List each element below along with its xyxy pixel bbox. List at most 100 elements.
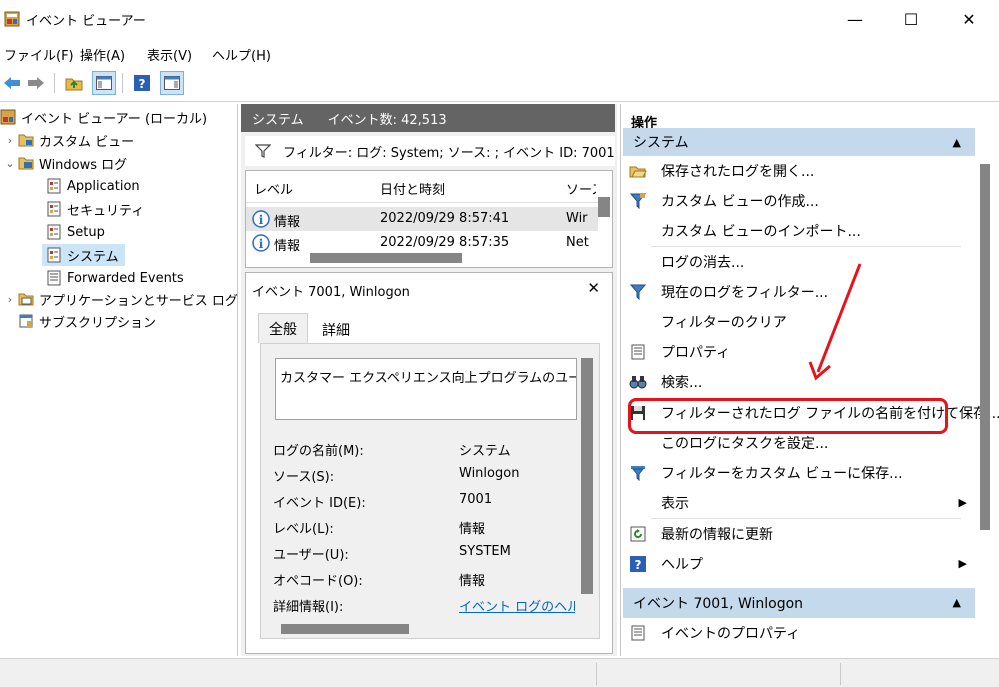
action-label: このログにタスクを設定...: [661, 436, 829, 452]
tab-details[interactable]: 詳細: [312, 317, 360, 343]
actions-section-event[interactable]: イベント 7001, Winlogon ▲: [623, 588, 975, 618]
filter-text: フィルター: ログ: System; ソース: ; イベント ID: 7001,…: [283, 145, 615, 161]
tree-item-custom-views[interactable]: › カスタム ビュー: [2, 129, 134, 151]
action-help[interactable]: ? ヘルプ ▶: [629, 549, 973, 579]
svg-text:?: ?: [139, 77, 146, 91]
menu-view[interactable]: 表示(V): [147, 45, 192, 64]
collapse-icon[interactable]: ▲: [953, 596, 961, 609]
action-label: カスタム ビューの作成...: [661, 194, 819, 210]
tree-item-app-services-logs[interactable]: › アプリケーションとサービス ログ: [2, 288, 238, 310]
menu-file[interactable]: ファイル(F): [4, 45, 74, 64]
filter-icon: [629, 192, 647, 210]
action-open-saved-log[interactable]: 保存されたログを開く...: [629, 156, 973, 186]
detail-hscroll-thumb[interactable]: [281, 624, 409, 634]
filter-icon: [629, 283, 647, 301]
tree-item-setup[interactable]: Setup: [46, 221, 105, 243]
tree-label: Forwarded Events: [67, 270, 184, 286]
action-label: ヘルプ: [661, 557, 703, 573]
tree-item-root[interactable]: イベント ビューアー (ローカル): [0, 106, 207, 128]
column-source[interactable]: ソース: [566, 179, 596, 198]
refresh-icon: [629, 525, 647, 543]
show-hide-tree-icon[interactable]: [92, 71, 116, 95]
action-label: 最新の情報に更新: [661, 527, 773, 543]
prop-source-value: Winlogon: [459, 466, 520, 481]
folder-up-icon[interactable]: [62, 71, 86, 95]
column-level[interactable]: レベル: [254, 179, 293, 198]
svg-text:?: ?: [635, 558, 642, 572]
tree-item-system[interactable]: システム: [42, 244, 125, 266]
center-pane: システム イベント数: 42,513 フィルター: ログ: System; ソー…: [241, 104, 617, 656]
log-icon: [47, 247, 61, 263]
event-count: イベント数: 42,513: [327, 112, 447, 128]
table-row[interactable]: i 情報 2022/09/29 8:57:41 Wir: [246, 207, 598, 231]
action-label: フィルターのクリア: [661, 315, 787, 331]
collapse-icon[interactable]: ▲: [953, 136, 961, 149]
action-label: プロパティ: [661, 345, 731, 361]
event-list: レベル 日付と時刻 ソース i 情報 2022/09/29 8:57:41 Wi…: [245, 170, 613, 268]
tree-item-application[interactable]: Application: [46, 175, 140, 197]
tree-item-subscriptions[interactable]: サブスクリプション: [18, 310, 156, 332]
prop-source-label: ソース(S):: [273, 470, 335, 485]
filter-save-icon: [629, 464, 647, 482]
properties-icon: [629, 343, 647, 361]
submenu-arrow-icon: ▶: [958, 557, 967, 570]
folder-icon: [18, 293, 34, 306]
event-viewer-icon: [0, 109, 16, 125]
action-save-filter-custom-view[interactable]: フィルターをカスタム ビューに保存...: [629, 458, 973, 488]
tree-item-security[interactable]: セキュリティ: [46, 198, 144, 220]
action-event-properties[interactable]: イベントのプロパティ: [629, 618, 973, 648]
action-view[interactable]: 表示 ▶: [629, 488, 973, 518]
tree-label: Application: [67, 178, 140, 194]
prop-user-label: ユーザー(U):: [273, 548, 349, 563]
action-import-custom-view[interactable]: カスタム ビューのインポート...: [629, 216, 973, 246]
menu-help[interactable]: ヘルプ(H): [212, 45, 271, 64]
submenu-arrow-icon: ▶: [958, 496, 967, 509]
chevron-right-icon[interactable]: ›: [2, 134, 18, 147]
forward-icon[interactable]: [24, 71, 48, 95]
table-row[interactable]: i 情報 2022/09/29 8:57:35 Net: [246, 231, 598, 255]
action-label: 表示: [661, 496, 689, 512]
chevron-down-icon[interactable]: ⌄: [2, 157, 18, 170]
action-label: イベントのプロパティ: [661, 626, 801, 642]
subscription-icon: [19, 314, 33, 328]
row-datetime: 2022/09/29 8:57:41: [380, 211, 510, 226]
chevron-right-icon[interactable]: ›: [2, 293, 18, 306]
tab-general[interactable]: 全般: [258, 313, 308, 343]
help-icon[interactable]: ?: [130, 71, 154, 95]
actions-vscroll-thumb[interactable]: [980, 164, 990, 530]
section-label: イベント 7001, Winlogon: [633, 596, 804, 612]
action-create-custom-view[interactable]: カスタム ビューの作成...: [629, 186, 973, 216]
list-hscroll-thumb[interactable]: [310, 253, 462, 263]
list-header: レベル 日付と時刻 ソース: [246, 171, 598, 203]
prop-event-id-label: イベント ID(E):: [273, 496, 366, 511]
log-icon: [47, 201, 61, 217]
actions-section-system[interactable]: システム ▲: [623, 128, 975, 156]
folder-icon: [18, 134, 34, 147]
action-refresh[interactable]: 最新の情報に更新: [629, 519, 973, 549]
event-description[interactable]: カスタマー エクスペリエンス向上プログラムのユーザー: [275, 358, 577, 420]
list-vscroll-thumb[interactable]: [598, 197, 610, 217]
info-icon: i: [252, 234, 270, 252]
event-viewer-icon: [4, 11, 20, 27]
action-label: 保存されたログを開く...: [661, 164, 815, 180]
detail-vscroll-thumb[interactable]: [581, 358, 593, 594]
action-label: 検索...: [661, 375, 703, 391]
row-source: Net: [566, 235, 589, 250]
row-source: Wir: [566, 211, 588, 226]
tree-item-windows-logs[interactable]: ⌄ Windows ログ: [2, 152, 127, 174]
maximize-button[interactable]: ☐: [882, 0, 940, 38]
log-icon: [47, 224, 61, 240]
show-hide-action-pane-icon[interactable]: [160, 71, 184, 95]
minimize-button[interactable]: —: [826, 0, 884, 38]
log-header: システム イベント数: 42,513: [241, 104, 615, 132]
prop-opcode-label: オペコード(O):: [273, 574, 363, 589]
event-log-help-link[interactable]: イベント ログのヘルプ: [459, 596, 575, 615]
tree-item-forwarded-events[interactable]: Forwarded Events: [46, 267, 184, 289]
back-icon[interactable]: [0, 71, 24, 95]
close-button[interactable]: ✕: [940, 0, 998, 38]
row-level: 情報: [274, 239, 301, 254]
log-name: システム: [252, 112, 304, 128]
close-icon[interactable]: ✕: [587, 279, 600, 297]
column-datetime[interactable]: 日付と時刻: [380, 179, 445, 198]
menu-action[interactable]: 操作(A): [80, 45, 125, 64]
